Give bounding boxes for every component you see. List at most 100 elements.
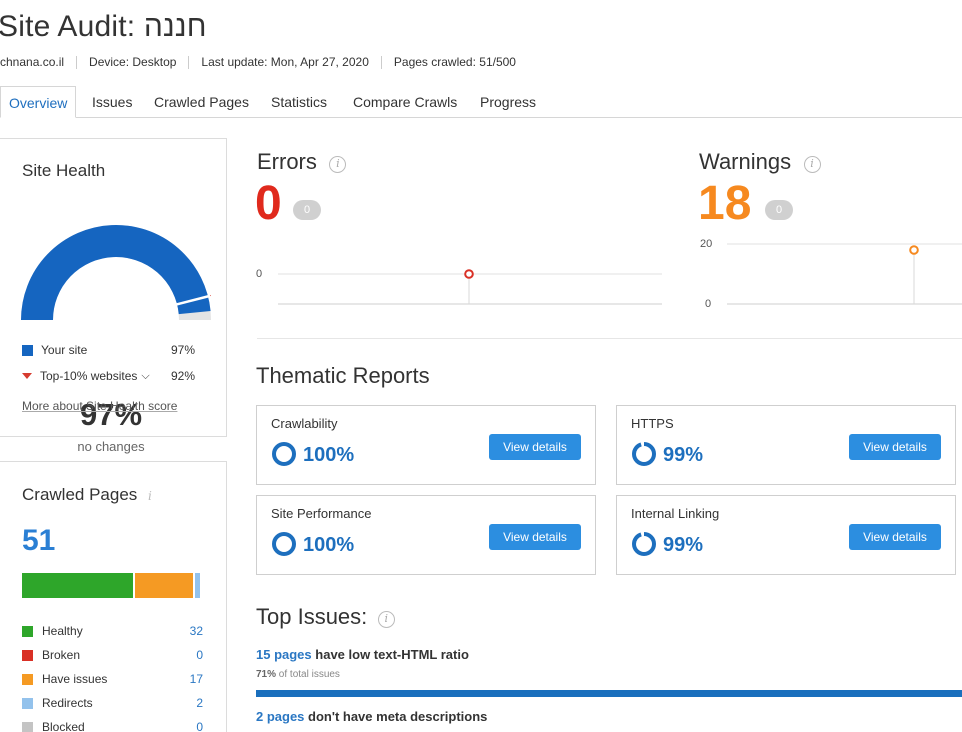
top-issues-header: Top Issues: i [256, 604, 395, 630]
progress-ring-icon [632, 532, 656, 556]
tab-crawled-pages[interactable]: Crawled Pages [154, 86, 249, 118]
thematic-percent[interactable]: 99% [663, 534, 703, 557]
crawled-pages-legend: Healthy 32 Broken 0 Have issues 17 Redirects 2 B… [22, 619, 203, 732]
thematic-percent[interactable]: 100% [303, 444, 354, 467]
triangle-marker-icon [22, 373, 32, 379]
thematic-name: Crawlability [271, 416, 338, 431]
crawled-pages-total[interactable]: 51 [22, 524, 55, 558]
info-icon[interactable]: i [148, 489, 152, 503]
site-health-card: Site Health 97% no changes Your site 97%… [0, 138, 227, 454]
legend-count[interactable]: 0 [196, 720, 203, 732]
issue-item: 2 pages don't have meta descriptions [256, 709, 487, 724]
warnings-title: Warnings [699, 149, 792, 174]
bar-segment-have-issues[interactable] [134, 573, 195, 598]
legend-label[interactable]: Top-10% websites [40, 369, 137, 383]
legend-row-blocked: Blocked 0 [22, 715, 203, 732]
thematic-percent[interactable]: 99% [663, 444, 703, 467]
legend-top10: Top-10% websites ⌵ 92% [22, 369, 195, 383]
divider [76, 55, 78, 69]
warnings-axis-min: 0 [705, 298, 712, 310]
legend-swatch [22, 344, 33, 356]
legend-count[interactable]: 32 [190, 624, 203, 638]
warnings-header: Warnings i [699, 149, 821, 175]
divider [188, 55, 190, 69]
warnings-axis-max: 20 [700, 238, 713, 250]
view-details-button[interactable]: View details [489, 434, 581, 460]
thematic-name: HTTPS [631, 416, 674, 431]
thematic-reports-title: Thematic Reports [256, 363, 430, 388]
project-domain: chnana.co.il [0, 55, 65, 69]
legend-swatch [22, 673, 33, 685]
view-details-button[interactable]: View details [849, 524, 941, 550]
crawled-pages-card: Crawled Pages i 51 Healthy 32 Broken 0 Have … [0, 461, 227, 732]
legend-swatch [22, 649, 33, 661]
thematic-percent[interactable]: 100% [303, 534, 354, 557]
issue-share-bar [256, 690, 962, 697]
top-issues-title: Top Issues: [256, 604, 368, 629]
top10-marker-icon [209, 294, 211, 297]
legend-label: Broken [42, 648, 81, 662]
warnings-trend-chart [727, 243, 962, 305]
legend-count[interactable]: 2 [196, 696, 203, 710]
tab-overview[interactable]: Overview [0, 86, 77, 118]
bar-segment-healthy[interactable] [22, 573, 135, 598]
device-label: Device: Desktop [89, 55, 177, 69]
divider [380, 55, 382, 69]
issue-pages-link[interactable]: 15 pages [256, 647, 312, 662]
errors-point[interactable] [464, 269, 474, 279]
crawled-pages-title: Crawled Pages i [22, 485, 152, 505]
site-health-gauge [21, 225, 211, 321]
issue-share: 71% of total issues [256, 669, 340, 680]
crawled-pages-bar [22, 573, 202, 598]
warnings-point[interactable] [909, 245, 919, 255]
tab-statistics[interactable]: Statistics [271, 86, 327, 118]
issue-text: don't have meta descriptions [304, 709, 488, 724]
gauge-fill [21, 225, 211, 321]
info-icon[interactable]: i [329, 156, 347, 174]
legend-row-healthy: Healthy 32 [22, 619, 203, 643]
tab-bar: Overview Issues Crawled Pages Statistics… [0, 86, 962, 118]
errors-title: Errors [257, 149, 317, 174]
view-details-button[interactable]: View details [489, 524, 581, 550]
warnings-count[interactable]: 18 [698, 180, 751, 228]
bar-segment-redirects[interactable] [194, 573, 202, 598]
errors-header: Errors i [257, 149, 347, 175]
legend-label: Blocked [42, 720, 85, 732]
warnings-delta-badge: 0 [765, 200, 793, 220]
thematic-card-internal-linking: Internal Linking 99% View details [616, 495, 956, 575]
thematic-name: Internal Linking [631, 506, 720, 521]
progress-ring-icon [272, 532, 296, 556]
info-icon[interactable]: i [377, 611, 395, 629]
issue-share-percent: 71% [256, 669, 277, 680]
legend-your-site: Your site 97% [22, 343, 195, 357]
chevron-down-icon[interactable]: ⌵ [141, 370, 149, 383]
info-icon[interactable]: i [803, 156, 821, 174]
issue-item: 15 pages have low text-HTML ratio [256, 647, 469, 662]
thematic-card-https: HTTPS 99% View details [616, 405, 956, 485]
legend-count[interactable]: 17 [190, 672, 203, 686]
audit-meta: chnana.co.il Device: Desktop Last update… [0, 55, 516, 69]
site-health-change: no changes [77, 439, 145, 454]
issue-share-label: of total issues [276, 669, 340, 680]
legend-count[interactable]: 0 [196, 648, 203, 662]
tab-compare-crawls[interactable]: Compare Crawls [353, 86, 457, 118]
legend-label: Healthy [42, 624, 83, 638]
legend-value: 92% [170, 369, 195, 383]
legend-swatch [22, 721, 33, 732]
issue-text: have low text-HTML ratio [311, 647, 469, 662]
legend-value: 97% [170, 343, 195, 357]
site-health-more-link[interactable]: More about Site Health score [22, 399, 177, 413]
legend-label: Your site [41, 343, 88, 357]
crawled-pages-title-text: Crawled Pages [22, 485, 138, 504]
errors-trend-chart [278, 269, 662, 305]
thematic-name: Site Performance [271, 506, 372, 521]
tab-progress[interactable]: Progress [480, 86, 536, 118]
pages-crawled-label: Pages crawled: 51/500 [393, 55, 516, 69]
issue-pages-link[interactable]: 2 pages [256, 709, 304, 724]
thematic-card-crawlability: Crawlability 100% View details [256, 405, 596, 485]
page-title: Site Audit: חננה [0, 10, 207, 43]
tab-issues[interactable]: Issues [92, 86, 132, 118]
errors-count[interactable]: 0 [255, 180, 282, 228]
issue-share-bar-fill [256, 690, 962, 697]
view-details-button[interactable]: View details [849, 434, 941, 460]
